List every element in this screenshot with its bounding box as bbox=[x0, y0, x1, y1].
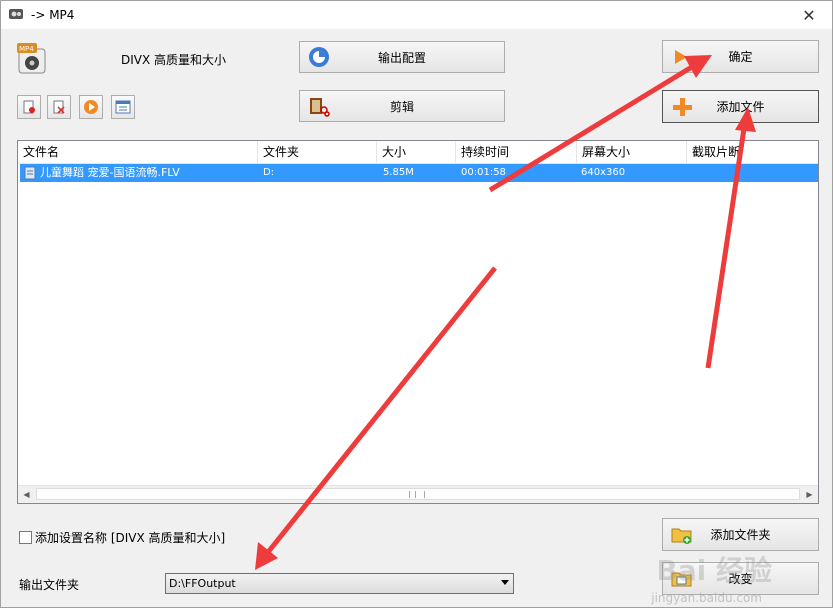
add-profile-name-checkbox[interactable] bbox=[19, 531, 32, 544]
file-icon bbox=[24, 166, 36, 180]
scroll-right-icon[interactable]: ▶ bbox=[801, 486, 818, 503]
play-icon bbox=[84, 100, 98, 114]
close-icon: ✕ bbox=[802, 5, 816, 25]
cell-duration: 00:01:58 bbox=[461, 167, 506, 178]
column-header-filename[interactable]: 文件名 bbox=[18, 141, 258, 163]
title-bar: -> MP4 ✕ bbox=[1, 1, 832, 29]
change-button[interactable]: 改变 bbox=[662, 562, 819, 595]
play-button[interactable] bbox=[79, 95, 103, 119]
cell-folder: D: bbox=[263, 167, 275, 178]
add-folder-button[interactable]: 添加文件夹 bbox=[662, 518, 819, 551]
change-label: 改变 bbox=[728, 572, 753, 586]
app-window: -> MP4 ✕ MP4 DIVX 高质量和大小 输出配置 剪辑 确定 添加文件… bbox=[0, 0, 833, 608]
file-list[interactable]: 文件名 文件夹 大小 持续时间 屏幕大小 截取片断 儿童舞蹈 宠爱-国语流畅.F… bbox=[17, 140, 819, 504]
film-scissors-icon bbox=[310, 98, 330, 117]
output-config-button[interactable]: 输出配置 bbox=[299, 41, 505, 73]
remove-button[interactable] bbox=[17, 95, 41, 119]
scroll-thumb[interactable] bbox=[36, 488, 800, 500]
svg-text:MP4: MP4 bbox=[19, 45, 34, 53]
clear-button[interactable] bbox=[47, 95, 71, 119]
column-header-clip[interactable]: 截取片断 bbox=[687, 141, 818, 163]
chevron-down-icon bbox=[501, 580, 509, 585]
confirm-icon bbox=[675, 49, 687, 64]
cell-size: 5.85M bbox=[383, 167, 414, 178]
folder-change-icon bbox=[671, 572, 692, 586]
profile-name: DIVX 高质量和大小 bbox=[121, 53, 227, 67]
add-file-label: 添加文件 bbox=[716, 100, 765, 114]
edit-button[interactable]: 剪辑 bbox=[299, 90, 505, 122]
app-icon bbox=[9, 9, 23, 19]
output-folder-value: D:\FFOutput bbox=[169, 577, 236, 590]
column-header-folder[interactable]: 文件夹 bbox=[258, 141, 377, 163]
grip-icon bbox=[409, 491, 425, 498]
output-folder-label: 输出文件夹 bbox=[19, 578, 80, 592]
gear-config-icon bbox=[309, 47, 329, 67]
list-header: 文件名 文件夹 大小 持续时间 屏幕大小 截取片断 bbox=[18, 141, 818, 164]
horizontal-scrollbar[interactable]: ◀ ▶ bbox=[18, 485, 818, 503]
window-title: -> MP4 bbox=[31, 8, 75, 22]
folder-add-icon bbox=[671, 528, 692, 544]
plus-icon bbox=[673, 97, 692, 116]
add-profile-name-label: 添加设置名称 [DIVX 高质量和大小] bbox=[35, 531, 226, 545]
add-profile-name-option[interactable]: 添加设置名称 [DIVX 高质量和大小] bbox=[19, 529, 225, 546]
ok-label: 确定 bbox=[728, 50, 753, 64]
remove-icon bbox=[23, 100, 35, 114]
ok-button[interactable]: 确定 bbox=[662, 40, 819, 73]
column-header-duration[interactable]: 持续时间 bbox=[456, 141, 577, 163]
add-file-button[interactable]: 添加文件 bbox=[662, 90, 819, 123]
scroll-left-icon[interactable]: ◀ bbox=[18, 486, 35, 503]
cell-screen-size: 640x360 bbox=[581, 167, 626, 178]
add-folder-label: 添加文件夹 bbox=[710, 528, 771, 542]
column-header-screen-size[interactable]: 屏幕大小 bbox=[577, 141, 687, 163]
clear-icon bbox=[53, 100, 65, 114]
column-header-size[interactable]: 大小 bbox=[377, 141, 456, 163]
table-row[interactable]: 儿童舞蹈 宠爱-国语流畅.FLV D: 5.85M 00:01:58 640x3… bbox=[20, 164, 818, 182]
output-folder-select[interactable]: D:\FFOutput bbox=[165, 573, 514, 594]
info-icon bbox=[115, 100, 131, 114]
info-button[interactable] bbox=[111, 95, 135, 119]
mp4-film-icon: MP4 bbox=[17, 43, 46, 74]
cell-clip bbox=[691, 164, 811, 182]
close-button[interactable]: ✕ bbox=[786, 1, 832, 29]
output-config-label: 输出配置 bbox=[377, 50, 426, 65]
cell-filename: 儿童舞蹈 宠爱-国语流畅.FLV bbox=[40, 166, 180, 179]
edit-label: 剪辑 bbox=[389, 99, 414, 114]
